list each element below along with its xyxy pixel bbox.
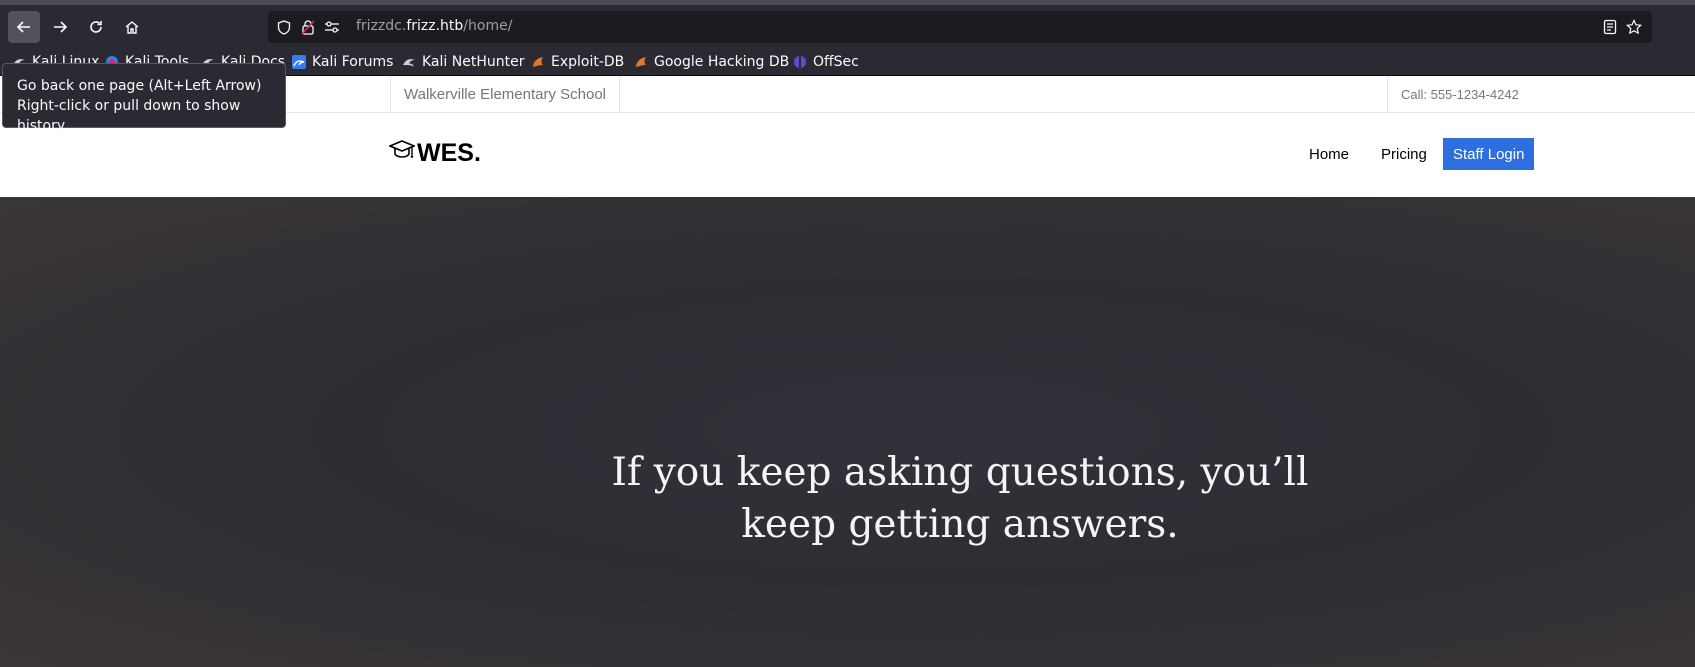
forward-button[interactable] [44, 11, 76, 43]
site-logo[interactable]: WES. [387, 133, 481, 173]
page-content: Walkerville Elementary School Call: 555-… [0, 76, 1695, 667]
bookmark-offsec[interactable]: OffSec [793, 52, 859, 72]
graduation-cap-icon [387, 138, 417, 169]
nav-home[interactable]: Home [1299, 138, 1359, 170]
bookmark-star-icon[interactable] [1626, 19, 1642, 35]
url-path: /home/ [463, 18, 513, 34]
nav-pricing[interactable]: Pricing [1371, 138, 1437, 170]
home-button[interactable] [116, 11, 148, 43]
phone-number: Call: 555-1234-4242 [1387, 76, 1519, 112]
hero-line-1: If you keep asking questions, you’ll [611, 450, 1309, 495]
offsec-icon [793, 55, 807, 69]
site-permissions-icon[interactable] [324, 19, 340, 35]
kali-forums-icon [292, 55, 306, 69]
hero-line-2: keep getting answers. [741, 502, 1179, 547]
back-button[interactable] [8, 11, 40, 43]
url-text[interactable]: frizzdc.frizz.htb/home/ [356, 18, 512, 34]
url-host: frizz.htb [406, 18, 464, 34]
bookmark-google-hacking-db[interactable]: Google Hacking DB [634, 52, 789, 72]
shield-icon[interactable] [276, 19, 292, 35]
bookmark-label: Exploit-DB [551, 54, 625, 70]
hero-title: If you keep asking questions, you’ll kee… [560, 447, 1360, 551]
logo-text: WES. [417, 138, 481, 167]
tooltip-line-2: Right-click or pull down to show history [17, 98, 241, 134]
home-icon [125, 21, 139, 34]
forward-arrow-icon [54, 21, 68, 33]
bookmark-label: Kali NetHunter [422, 54, 525, 70]
reload-button[interactable] [80, 11, 112, 43]
tooltip-line-1: Go back one page (Alt+Left Arrow) [17, 78, 262, 94]
url-prefix: frizzdc. [356, 18, 407, 34]
bookmark-kali-nethunter[interactable]: Kali NetHunter [402, 52, 524, 72]
url-bar[interactable]: frizzdc.frizz.htb/home/ [268, 11, 1652, 43]
reload-icon [90, 21, 102, 33]
reader-view-icon[interactable] [1602, 19, 1618, 35]
browser-toolbar: frizzdc.frizz.htb/home/ [0, 0, 1695, 48]
staff-login-button[interactable]: Staff Login [1443, 138, 1535, 170]
exploit-db-icon [531, 55, 545, 69]
bookmark-kali-forums[interactable]: Kali Forums [292, 52, 393, 72]
bookmark-label: Kali Forums [312, 54, 394, 70]
bookmark-exploit-db[interactable]: Exploit-DB [531, 52, 624, 72]
bookmark-label: OffSec [813, 54, 859, 70]
lock-warning-icon[interactable] [300, 19, 316, 35]
back-arrow-icon [16, 21, 30, 33]
hero-section: If you keep asking questions, you’ll kee… [0, 197, 1695, 667]
kali-dragon-icon [402, 55, 416, 69]
back-button-tooltip: Go back one page (Alt+Left Arrow) Right-… [2, 63, 286, 134]
bookmark-label: Google Hacking DB [654, 54, 790, 70]
school-name: Walkerville Elementary School [390, 76, 621, 112]
exploit-db-icon [634, 55, 648, 69]
